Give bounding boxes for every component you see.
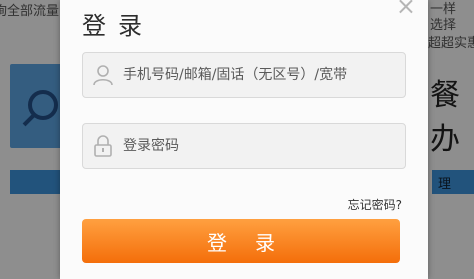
user-icon	[93, 65, 113, 86]
forgot-password-link[interactable]: 忘记密码?	[348, 196, 402, 213]
password-field[interactable]	[82, 123, 406, 169]
login-modal: 登录 × 忘记密码? 登录	[60, 0, 428, 279]
lock-icon	[94, 135, 112, 157]
password-input[interactable]	[121, 137, 405, 155]
modal-title: 登录	[82, 12, 154, 40]
login-button[interactable]: 登录	[82, 219, 400, 263]
account-field[interactable]	[82, 52, 406, 98]
account-input[interactable]	[121, 66, 405, 84]
close-icon[interactable]: ×	[396, 0, 416, 20]
